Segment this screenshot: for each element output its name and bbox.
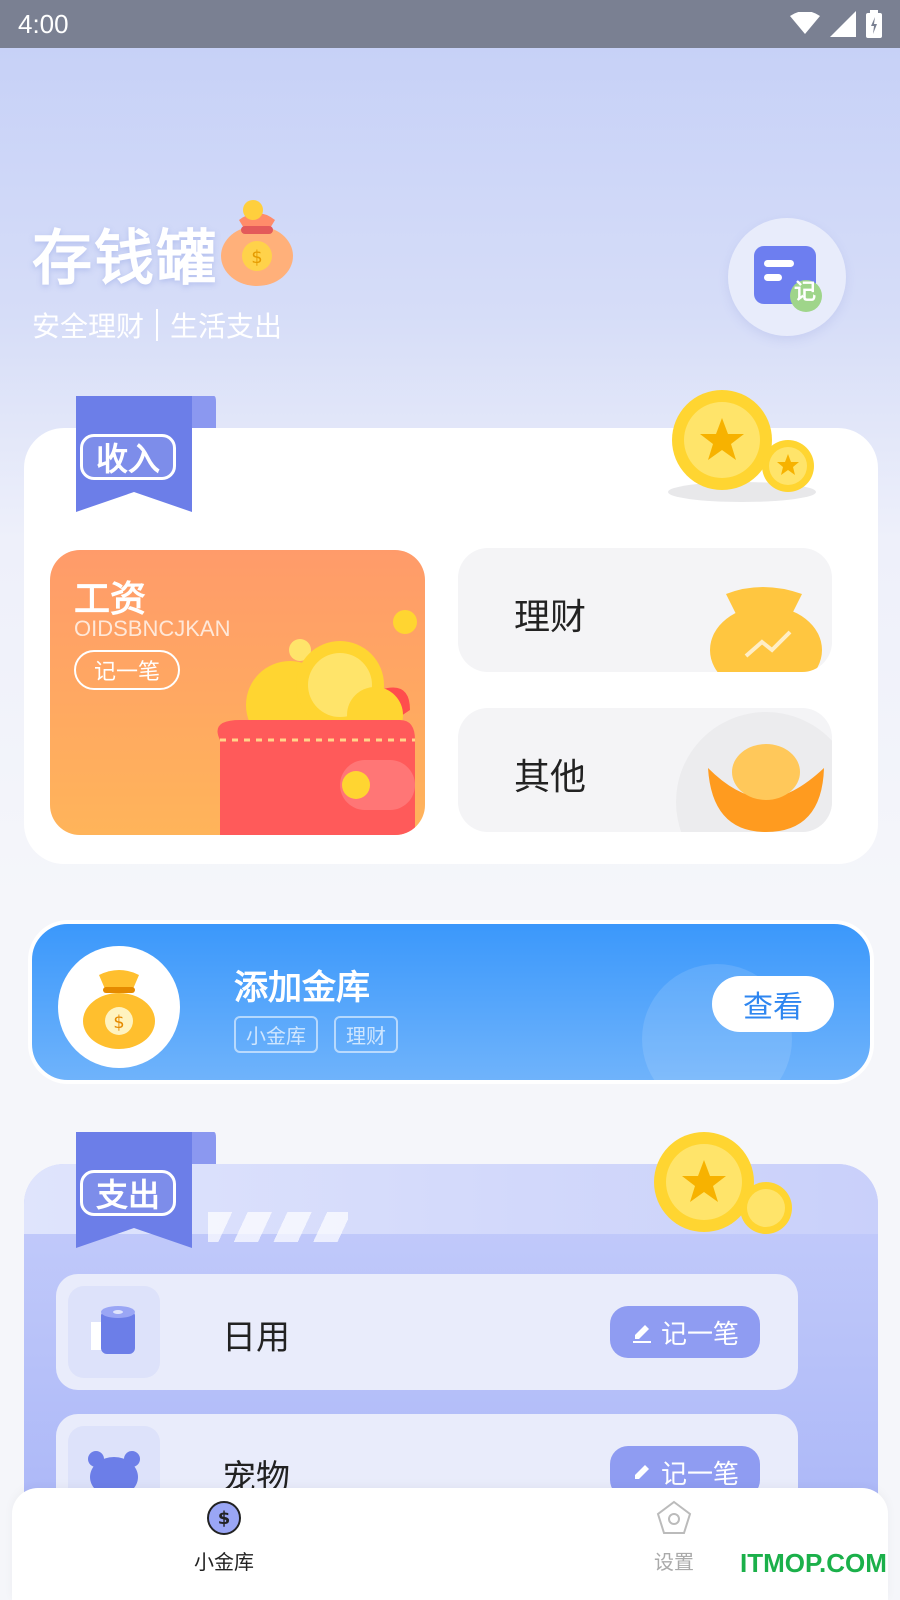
tag-small-vault: 小金库 [234, 1016, 318, 1053]
dollar-coin-icon: $ [207, 1501, 241, 1535]
gold-coins-icon [654, 1132, 792, 1234]
header: 存钱罐 安全理财 生活支出 $ [32, 200, 293, 345]
record-note-button[interactable]: 记 [728, 218, 846, 336]
finance-card[interactable]: 理财 [458, 548, 832, 672]
finance-bag-icon [710, 587, 822, 672]
subtitle-life-expense: 生活支出 [170, 310, 283, 343]
salary-card[interactable]: 工资 OIDSBNCJKAN 记一笔 [50, 550, 425, 835]
signal-icon [830, 11, 856, 37]
wifi-icon [790, 12, 820, 34]
other-label: 其他 [514, 757, 587, 798]
salary-record-button[interactable]: 记一笔 [74, 650, 180, 690]
view-button[interactable]: 查看 [712, 976, 834, 1032]
nav-item-settings[interactable]: 设置 [614, 1500, 734, 1575]
battery-icon [866, 10, 882, 38]
status-icons [790, 10, 882, 38]
gold-coins-icon [668, 390, 816, 502]
expense-row-daily[interactable]: 日用 记一笔 [56, 1274, 798, 1390]
daily-record-label: 记一笔 [660, 1319, 739, 1350]
nav-label-settings: 设置 [654, 1550, 694, 1574]
expense-stripes [208, 1212, 348, 1242]
note-icon-text: 记 [794, 280, 817, 305]
pencil-icon [634, 1465, 649, 1479]
income-ribbon: 收入 [66, 396, 216, 520]
gold-ingot-icon [676, 712, 832, 832]
daily-record-button[interactable]: 记一笔 [610, 1306, 760, 1358]
expense-ribbon: 支出 [66, 1132, 216, 1256]
subtitle-safe-finance: 安全理财 [32, 310, 145, 343]
svg-text:$: $ [251, 247, 262, 268]
nav-label-small-vault: 小金库 [194, 1550, 254, 1574]
svg-text:$: $ [113, 1012, 124, 1033]
daily-label: 日用 [222, 1318, 290, 1358]
watermark: ITMOP.COM [740, 1548, 887, 1578]
expense-ribbon-label: 支出 [80, 1170, 176, 1216]
add-vault-tags: 小金库 理财 [234, 1016, 398, 1053]
tissue-roll-icon [91, 1306, 135, 1354]
finance-label: 理财 [514, 597, 587, 638]
vault-bag-container: $ [58, 946, 180, 1068]
status-bar: 4:00 [0, 0, 900, 48]
add-vault-title: 添加金库 [234, 968, 370, 1008]
app-subtitle: 安全理财 生活支出 [32, 305, 282, 345]
money-bag-icon: $ [221, 200, 293, 286]
salary-title: 工资 [74, 579, 147, 620]
add-vault-banner[interactable]: $ 添加金库 小金库 理财 查看 [28, 920, 874, 1084]
status-time: 4:00 [18, 8, 69, 39]
nav-item-small-vault[interactable]: $ 小金库 [164, 1500, 284, 1575]
wallet-icon [217, 610, 417, 835]
daily-icon-box [68, 1286, 160, 1378]
money-bag-icon: $ [83, 970, 155, 1049]
svg-text:$: $ [218, 1508, 231, 1529]
income-ribbon-label: 收入 [80, 434, 176, 480]
pencil-icon [632, 1325, 651, 1343]
bottom-nav: $ 小金库 设置 [12, 1488, 888, 1600]
other-card[interactable]: 其他 [458, 708, 832, 832]
pet-record-label: 记一笔 [660, 1459, 739, 1490]
subtitle-divider [156, 309, 159, 341]
tag-finance: 理财 [334, 1016, 398, 1053]
settings-pentagon-icon [656, 1500, 692, 1534]
